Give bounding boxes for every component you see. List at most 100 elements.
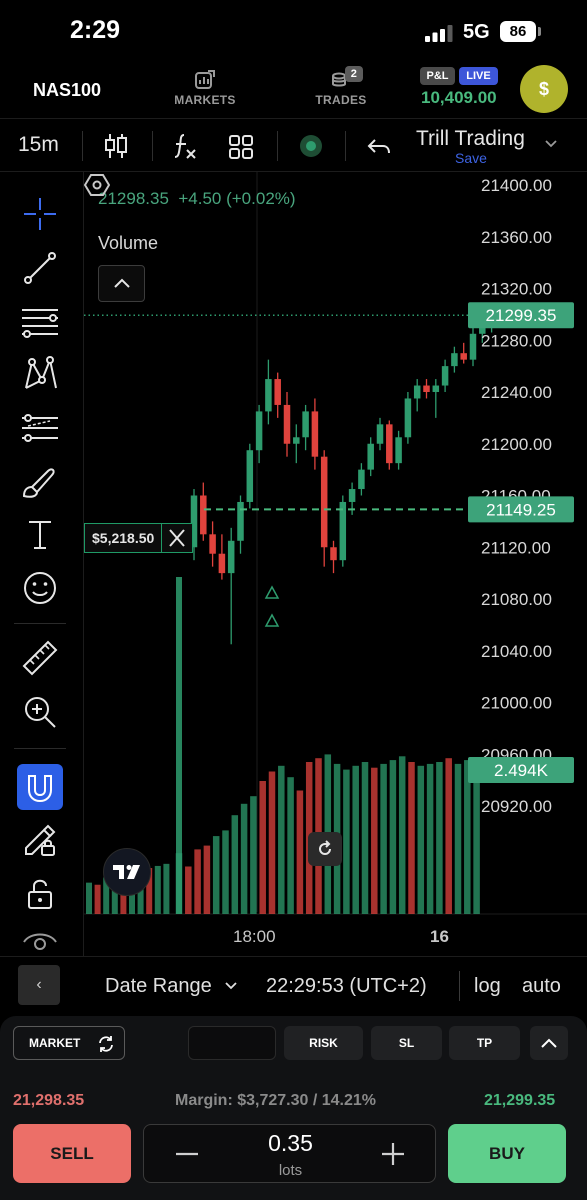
candle-body bbox=[283, 404, 291, 444]
volume-bar bbox=[240, 803, 248, 914]
eye-icon bbox=[23, 933, 57, 950]
expand-panel-button[interactable] bbox=[530, 1026, 568, 1060]
zoom-tool[interactable] bbox=[20, 692, 60, 732]
drawing-toolbar bbox=[0, 172, 84, 956]
volume-bar bbox=[94, 884, 101, 914]
candle-body bbox=[404, 398, 412, 438]
ask-price: 21,299.35 bbox=[484, 1092, 556, 1109]
volume-bar bbox=[464, 760, 471, 914]
forecast-tool[interactable] bbox=[20, 408, 60, 448]
crosshair-tool[interactable] bbox=[20, 194, 60, 234]
layout-save-button[interactable]: Save bbox=[455, 150, 487, 166]
markets-button[interactable]: MARKETS bbox=[165, 68, 245, 107]
timeframe-selector[interactable]: 15m bbox=[18, 133, 59, 157]
candle-body bbox=[209, 534, 216, 554]
lock-drawings-tool[interactable] bbox=[20, 818, 60, 858]
legend-collapse-button[interactable] bbox=[98, 265, 145, 302]
brush-icon bbox=[22, 468, 55, 498]
layout-name[interactable]: Trill Trading bbox=[416, 127, 525, 151]
chevron-down-icon[interactable] bbox=[224, 981, 238, 991]
record-icon[interactable] bbox=[297, 132, 325, 160]
range-back-button[interactable]: ‹ bbox=[18, 965, 60, 1005]
volume-bar bbox=[185, 866, 192, 914]
auto-scale-toggle[interactable]: auto bbox=[522, 975, 561, 998]
unlock-tool[interactable] bbox=[20, 874, 60, 914]
volume-bar bbox=[296, 790, 304, 914]
fib-tool[interactable] bbox=[20, 302, 60, 342]
text-icon bbox=[29, 521, 51, 549]
price-axis-label: 21400.00 bbox=[481, 176, 552, 195]
reset-icon bbox=[319, 840, 331, 855]
stop-loss-button[interactable]: SL bbox=[371, 1026, 442, 1060]
take-profit-button[interactable]: TP bbox=[449, 1026, 520, 1060]
candle-body bbox=[358, 469, 365, 490]
time-axis-label: 16 bbox=[430, 927, 449, 946]
unlock-icon bbox=[28, 879, 52, 909]
buy-button[interactable]: BUY bbox=[448, 1124, 566, 1183]
volume-bar bbox=[361, 762, 369, 914]
markets-icon bbox=[195, 70, 215, 89]
ruler-icon bbox=[22, 640, 58, 676]
account-avatar[interactable]: $ bbox=[520, 65, 568, 113]
volume-bar bbox=[417, 765, 425, 914]
order-type-button[interactable]: MARKET bbox=[13, 1026, 125, 1060]
text-tool[interactable] bbox=[20, 514, 60, 554]
battery-icon: 86 bbox=[500, 21, 536, 42]
candle-body bbox=[274, 379, 281, 405]
position-line-label[interactable]: $5,218.50 bbox=[84, 523, 194, 553]
tradingview-logo bbox=[103, 848, 151, 896]
brush-tool[interactable] bbox=[20, 462, 60, 502]
trades-label: TRADES bbox=[315, 93, 367, 107]
price-axis-label: 21240.00 bbox=[481, 383, 552, 402]
tool-divider bbox=[14, 623, 66, 624]
volume-legend: Volume bbox=[98, 233, 159, 253]
price-axis-label: 21040.00 bbox=[481, 642, 552, 661]
fib-icon bbox=[22, 309, 58, 338]
candle-body bbox=[265, 379, 272, 412]
bid-price: 21,298.35 bbox=[13, 1092, 85, 1109]
candle-body bbox=[451, 353, 458, 367]
volume-bar bbox=[371, 767, 378, 914]
ruler-tool[interactable] bbox=[20, 638, 60, 678]
symbol-selector[interactable]: NAS100 bbox=[33, 80, 101, 101]
candle-body bbox=[227, 540, 235, 574]
timezone-clock[interactable]: 22:29:53 (UTC+2) bbox=[266, 975, 427, 998]
sell-button[interactable]: SELL bbox=[13, 1124, 131, 1183]
emoji-icon bbox=[24, 572, 56, 604]
volume-bar bbox=[250, 796, 257, 914]
price-chart[interactable]: 21400.00 21360.00 21320.00 21280.00 21240.00… bbox=[84, 172, 587, 956]
risk-button[interactable]: RISK bbox=[284, 1026, 363, 1060]
undo-icon[interactable] bbox=[366, 132, 392, 160]
volume-bar bbox=[473, 762, 480, 914]
volume-bar bbox=[408, 762, 415, 914]
trade-marker-icon bbox=[264, 613, 280, 627]
indicators-icon[interactable] bbox=[172, 132, 198, 160]
close-position-button[interactable] bbox=[162, 524, 193, 552]
emoji-tool[interactable] bbox=[20, 568, 60, 608]
toolbar-divider bbox=[82, 131, 83, 161]
pattern-tool[interactable] bbox=[20, 354, 60, 394]
layouts-icon[interactable] bbox=[228, 132, 254, 160]
plus-icon[interactable] bbox=[378, 1139, 408, 1169]
date-range-button[interactable]: Date Range bbox=[105, 975, 212, 998]
candle-body bbox=[246, 450, 254, 502]
chart-settings-icon[interactable] bbox=[84, 172, 110, 198]
candles-icon[interactable] bbox=[103, 132, 129, 160]
price-axis-label: 21360.00 bbox=[481, 228, 552, 247]
volume-bar bbox=[380, 763, 387, 914]
volume-bar bbox=[426, 763, 434, 914]
price-input[interactable] bbox=[188, 1026, 276, 1060]
trades-button[interactable]: 2 TRADES bbox=[301, 66, 381, 107]
reset-chart-button[interactable] bbox=[308, 832, 342, 866]
volume-bar bbox=[212, 836, 220, 914]
log-scale-toggle[interactable]: log bbox=[474, 975, 501, 998]
trades-count-badge: 2 bbox=[345, 66, 363, 82]
magnet-tool[interactable] bbox=[17, 764, 63, 810]
quantity-stepper[interactable]: 0.35 lots bbox=[143, 1124, 436, 1183]
trendline-tool[interactable] bbox=[20, 248, 60, 288]
candle-body bbox=[302, 411, 309, 438]
volume-bar bbox=[398, 756, 406, 914]
chevron-down-icon[interactable] bbox=[544, 139, 558, 149]
signal-icon bbox=[425, 25, 453, 42]
candle-body bbox=[339, 501, 347, 561]
